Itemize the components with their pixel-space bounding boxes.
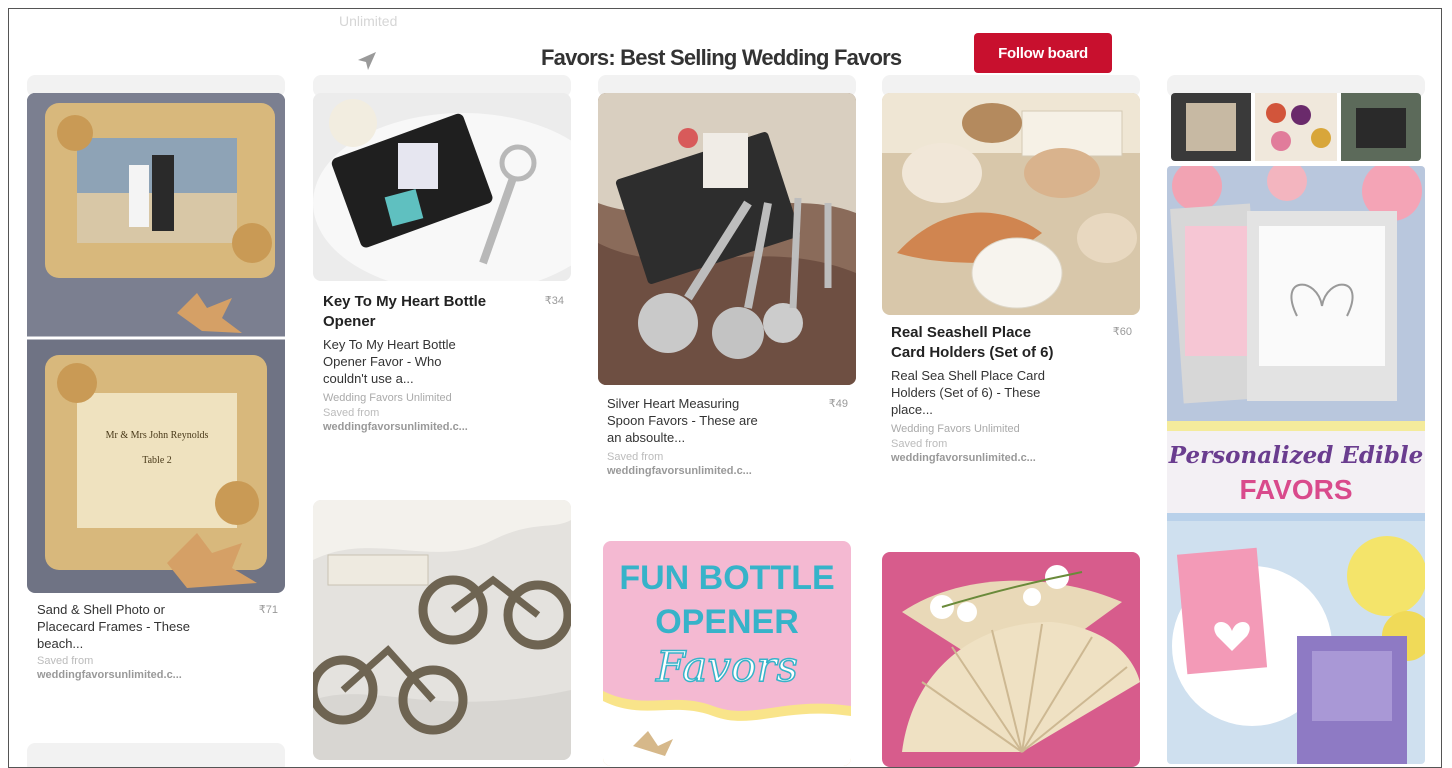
frame-card-line1: Mr & Mrs John Reynolds bbox=[106, 430, 209, 441]
pin-source-url[interactable]: weddingfavorsunlimited.c... bbox=[323, 420, 568, 434]
pin-image-personalized-edible-favors[interactable]: Personalized Edible FAVORS bbox=[1167, 166, 1425, 764]
pin-meta-measuring-spoons[interactable]: Silver Heart Measuring Spoon Favors - Th… bbox=[607, 395, 852, 478]
pin-source-url[interactable]: weddingfavorsunlimited.c... bbox=[37, 668, 282, 682]
pin-source-name[interactable]: Wedding Favors Unlimited bbox=[891, 422, 1136, 437]
pin-price: ₹60 bbox=[1112, 326, 1132, 338]
pin-image-fun-bottle-opener[interactable]: FUN BOTTLE OPENER Favors bbox=[603, 541, 851, 766]
pin-price: ₹71 bbox=[258, 604, 278, 616]
pin-image-favor-collage[interactable] bbox=[1171, 93, 1421, 161]
saved-from-label: Saved from bbox=[891, 438, 948, 450]
saved-from-label: Saved from bbox=[323, 407, 380, 419]
board-title: Favors: Best Selling Wedding Favors bbox=[541, 45, 902, 70]
pin-description: Silver Heart Measuring Spoon Favors - Th… bbox=[607, 396, 758, 445]
saved-from-label: Saved from bbox=[37, 655, 94, 667]
edible-image-line1: Personalized Edible bbox=[1168, 442, 1423, 469]
edible-image-line2: FAVORS bbox=[1239, 474, 1352, 505]
pin-image-bicycle-opener[interactable] bbox=[313, 500, 571, 760]
pin-meta-seashell[interactable]: Real Seashell Place Card Holders (Set of… bbox=[891, 323, 1136, 465]
pin-description: Key To My Heart Bottle Opener Favor - Wh… bbox=[323, 337, 456, 386]
pin-price: ₹49 bbox=[828, 398, 848, 410]
pin-title: Real Seashell Place Card Holders (Set of… bbox=[891, 324, 1054, 361]
pin-image-seashell-place-cards[interactable] bbox=[882, 93, 1140, 315]
bottle-image-line2: OPENER bbox=[655, 603, 799, 641]
faded-header-text: Unlimited bbox=[339, 13, 398, 29]
pin-image-key-bottle-opener[interactable] bbox=[313, 93, 571, 281]
pin-description: Real Sea Shell Place Card Holders (Set o… bbox=[891, 368, 1045, 417]
pin-title: Key To My Heart Bottle Opener bbox=[323, 293, 487, 330]
board-page: Unlimited Favors: Best Selling Wedding F… bbox=[8, 8, 1442, 768]
follow-board-button[interactable]: Follow board bbox=[974, 33, 1112, 73]
bottle-image-line3: Favors bbox=[655, 642, 798, 691]
send-icon[interactable] bbox=[355, 49, 379, 73]
pin-image-sand-shell-frames[interactable]: Mr & Mrs John Reynolds Table 2 bbox=[27, 93, 285, 593]
pin-description: Sand & Shell Photo or Placecard Frames -… bbox=[37, 602, 190, 651]
pin-image-hand-fans[interactable] bbox=[882, 552, 1140, 767]
pin-meta-key-heart[interactable]: Key To My Heart Bottle Opener ₹34 Key To… bbox=[323, 292, 568, 434]
frame-card-line2: Table 2 bbox=[142, 455, 172, 466]
pin-source-url[interactable]: weddingfavorsunlimited.c... bbox=[891, 451, 1136, 465]
pin-source-url[interactable]: weddingfavorsunlimited.c... bbox=[607, 464, 852, 478]
bottle-image-line1: FUN BOTTLE bbox=[619, 559, 834, 597]
pin-source-name[interactable]: Wedding Favors Unlimited bbox=[323, 391, 568, 406]
saved-from-label: Saved from bbox=[607, 451, 664, 463]
image-placeholder bbox=[27, 743, 285, 767]
pin-meta-sand-shell[interactable]: Sand & Shell Photo or Placecard Frames -… bbox=[37, 601, 282, 682]
pin-image-heart-measuring-spoons[interactable] bbox=[598, 93, 856, 385]
pin-price: ₹34 bbox=[544, 295, 564, 307]
